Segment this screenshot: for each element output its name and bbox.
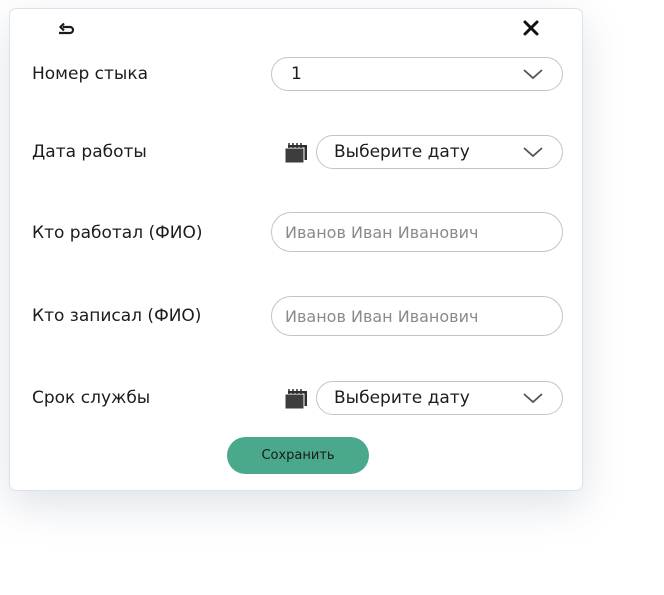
work-date-value: Выберите дату <box>334 142 470 162</box>
close-button[interactable] <box>520 17 542 39</box>
work-date-picker[interactable]: Выберите дату <box>316 135 563 169</box>
dialog: Номер стыка 1 Дата работы Выберите дату … <box>9 8 583 491</box>
service-life-value: Выберите дату <box>334 388 470 408</box>
chevron-down-icon <box>523 147 543 158</box>
recorded-by-input[interactable] <box>271 296 563 336</box>
chevron-down-icon <box>523 393 543 404</box>
joint-number-select[interactable]: 1 <box>271 57 563 91</box>
chevron-down-icon <box>523 69 543 80</box>
service-life-label: Срок службы <box>32 388 151 408</box>
back-button[interactable] <box>55 17 77 39</box>
calendar-icon[interactable] <box>283 388 309 410</box>
recorded-by-label: Кто записал (ФИО) <box>32 306 202 326</box>
close-icon <box>523 20 539 36</box>
service-life-picker[interactable]: Выберите дату <box>316 381 563 415</box>
calendar-icon[interactable] <box>283 142 309 164</box>
undo-arrow-icon <box>58 22 75 35</box>
worked-by-input[interactable] <box>271 212 563 252</box>
save-button[interactable]: Сохранить <box>227 437 369 474</box>
joint-number-label: Номер стыка <box>32 64 149 84</box>
joint-number-value: 1 <box>291 64 302 84</box>
worked-by-label: Кто работал (ФИО) <box>32 223 203 243</box>
work-date-label: Дата работы <box>32 142 147 162</box>
